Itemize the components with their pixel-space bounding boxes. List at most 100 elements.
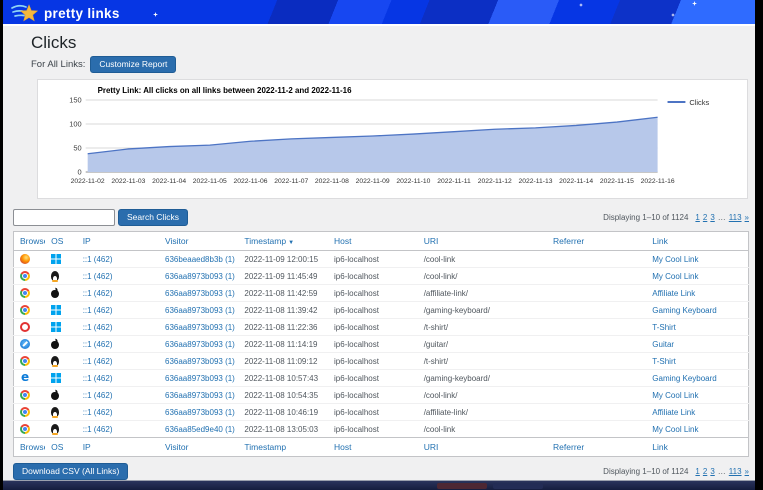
- visitor-link[interactable]: 636aa8973b093 (1): [165, 340, 235, 349]
- chrome-icon: [20, 288, 30, 298]
- ip-link[interactable]: ::1 (462): [83, 357, 113, 366]
- pretty-link-name[interactable]: T-Shirt: [652, 357, 676, 366]
- pretty-link-name[interactable]: Affiliate Link: [652, 289, 695, 298]
- ip-link[interactable]: ::1 (462): [83, 255, 113, 264]
- bottom-bar-item: [437, 483, 487, 489]
- pretty-link-name[interactable]: Affiliate Link: [652, 408, 695, 417]
- sparkle-icon: [579, 3, 583, 7]
- ip-link[interactable]: ::1 (462): [83, 391, 113, 400]
- svg-text:2022-11-06: 2022-11-06: [234, 178, 268, 185]
- search-input[interactable]: [13, 209, 115, 226]
- uri-cell: /t-shirt/: [418, 319, 547, 336]
- visitor-link[interactable]: 636aa85ed9e40 (1): [165, 425, 235, 434]
- page-title: Clicks: [31, 33, 755, 53]
- last-page-link[interactable]: 113: [729, 213, 742, 222]
- table-row: ::1 (462)636aa8973b093 (1)2022-11-08 11:…: [14, 319, 749, 336]
- link-cell: Affiliate Link: [646, 404, 748, 421]
- table-row: ::1 (462)636aa8973b093 (1)2022-11-08 10:…: [14, 404, 749, 421]
- browser-cell: [14, 404, 46, 421]
- pretty-link-name[interactable]: Guitar: [652, 340, 674, 349]
- ip-link[interactable]: ::1 (462): [83, 340, 113, 349]
- visitor-link[interactable]: 636aa8973b093 (1): [165, 408, 235, 417]
- search-clicks-button[interactable]: Search Clicks: [118, 209, 188, 226]
- page-link[interactable]: 2: [703, 467, 707, 476]
- page-link[interactable]: 2: [703, 213, 707, 222]
- table-row: ::1 (462)636beaaed8b3b (1)2022-11-09 12:…: [14, 251, 749, 268]
- table-row: ::1 (462)636aa85ed9e40 (1)2022-11-08 13:…: [14, 421, 749, 438]
- ip-cell: ::1 (462): [77, 268, 159, 285]
- page-link[interactable]: 1: [695, 213, 699, 222]
- visitor-link[interactable]: 636aa8973b093 (1): [165, 374, 235, 383]
- ip-cell: ::1 (462): [77, 404, 159, 421]
- visitor-link[interactable]: 636aa8973b093 (1): [165, 357, 235, 366]
- column-footer-visitor: Visitor: [159, 438, 238, 457]
- page-link[interactable]: 3: [710, 467, 714, 476]
- host-cell: ip6-localhost: [328, 387, 418, 404]
- table-row: ::1 (462)636aa8973b093 (1)2022-11-08 10:…: [14, 387, 749, 404]
- ip-link[interactable]: ::1 (462): [83, 289, 113, 298]
- ip-link[interactable]: ::1 (462): [83, 425, 113, 434]
- pretty-link-name[interactable]: My Cool Link: [652, 255, 698, 264]
- visitor-link[interactable]: 636aa8973b093 (1): [165, 391, 235, 400]
- svg-text:2022-11-12: 2022-11-12: [478, 178, 512, 185]
- visitor-link[interactable]: 636aa8973b093 (1): [165, 272, 235, 281]
- visitor-cell: 636aa8973b093 (1): [159, 353, 238, 370]
- last-page-link[interactable]: 113: [729, 467, 742, 476]
- visitor-link[interactable]: 636aa8973b093 (1): [165, 306, 235, 315]
- ip-link[interactable]: ::1 (462): [83, 408, 113, 417]
- svg-text:2022-11-16: 2022-11-16: [641, 178, 675, 185]
- column-header-visitor[interactable]: Visitor: [159, 232, 238, 251]
- page-link[interactable]: 3: [710, 213, 714, 222]
- ip-link[interactable]: ::1 (462): [83, 306, 113, 315]
- page-link[interactable]: 1: [695, 467, 699, 476]
- next-page-link[interactable]: »: [745, 467, 749, 476]
- column-header-host[interactable]: Host: [328, 232, 418, 251]
- table-header-row: Browser OS IP Visitor Timestamp▼ Host UR…: [14, 232, 749, 251]
- apple-icon: [51, 288, 60, 298]
- link-cell: Guitar: [646, 336, 748, 353]
- browser-cell: [14, 387, 46, 404]
- referrer-cell: [547, 370, 646, 387]
- pretty-link-name[interactable]: Gaming Keyboard: [652, 374, 716, 383]
- visitor-cell: 636aa8973b093 (1): [159, 319, 238, 336]
- download-csv-button[interactable]: Download CSV (All Links): [13, 463, 128, 480]
- next-page-link[interactable]: »: [745, 213, 749, 222]
- pretty-link-name[interactable]: Gaming Keyboard: [652, 306, 716, 315]
- visitor-cell: 636aa85ed9e40 (1): [159, 421, 238, 438]
- app-window: pretty links Clicks For All Links: Custo…: [3, 0, 755, 480]
- pretty-link-name[interactable]: My Cool Link: [652, 391, 698, 400]
- ip-link[interactable]: ::1 (462): [83, 374, 113, 383]
- host-cell: ip6-localhost: [328, 421, 418, 438]
- timestamp-cell: 2022-11-09 11:45:49: [238, 268, 328, 285]
- column-header-browser[interactable]: Browser: [14, 232, 46, 251]
- visitor-cell: 636aa8973b093 (1): [159, 302, 238, 319]
- host-cell: ip6-localhost: [328, 336, 418, 353]
- column-header-timestamp[interactable]: Timestamp▼: [238, 232, 328, 251]
- pretty-link-name[interactable]: T-Shirt: [652, 323, 676, 332]
- column-header-os[interactable]: OS: [45, 232, 77, 251]
- pretty-link-name[interactable]: My Cool Link: [652, 425, 698, 434]
- pretty-link-name[interactable]: My Cool Link: [652, 272, 698, 281]
- host-cell: ip6-localhost: [328, 251, 418, 268]
- timestamp-cell: 2022-11-08 11:09:12: [238, 353, 328, 370]
- visitor-link[interactable]: 636aa8973b093 (1): [165, 289, 235, 298]
- column-header-link[interactable]: Link: [646, 232, 748, 251]
- visitor-link[interactable]: 636beaaed8b3b (1): [165, 255, 235, 264]
- visitor-link[interactable]: 636aa8973b093 (1): [165, 323, 235, 332]
- table-row: ::1 (462) 636aa8973b093 (1)2022-11-09 11:…: [14, 268, 749, 285]
- scope-label: For All Links:: [31, 59, 85, 70]
- customize-report-button[interactable]: Customize Report: [90, 56, 176, 73]
- table-row: ::1 (462)636aa8973b093 (1)2022-11-08 11:…: [14, 336, 749, 353]
- link-cell: T-Shirt: [646, 353, 748, 370]
- column-footer-ip: IP: [77, 438, 159, 457]
- os-cell: [45, 421, 77, 438]
- chrome-icon: [20, 407, 30, 417]
- brand-logo[interactable]: pretty links: [11, 3, 120, 23]
- ip-link[interactable]: ::1 (462): [83, 272, 113, 281]
- ip-link[interactable]: ::1 (462): [83, 323, 113, 332]
- column-header-referrer[interactable]: Referrer: [547, 232, 646, 251]
- svg-text:2022-11-14: 2022-11-14: [559, 178, 593, 185]
- logo-star-icon: [11, 3, 39, 23]
- column-header-ip[interactable]: IP: [77, 232, 159, 251]
- column-header-uri[interactable]: URI: [418, 232, 547, 251]
